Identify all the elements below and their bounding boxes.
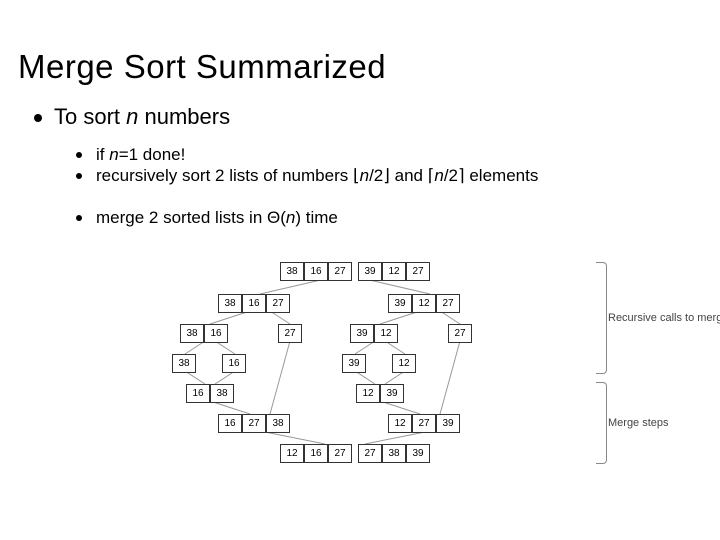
array-cell: 39 [406,444,430,463]
array-cell: 16 [186,384,210,403]
array-cell: 38 [218,294,242,313]
array-row: 1239 [356,384,404,403]
array-cell: 12 [392,354,416,373]
bullet-icon [34,114,42,122]
slide-title: Merge Sort Summarized [18,48,386,86]
array-cell: 16 [304,444,328,463]
array-cell: 12 [388,414,412,433]
text: numbers [138,104,230,129]
array-row: 381627 [218,294,290,313]
array-cell: 27 [278,324,302,343]
brace-icon [596,382,607,464]
array-cell: 38 [280,262,304,281]
text: merge 2 sorted lists in Θ( [96,208,286,227]
text: To sort [54,104,126,129]
sub-bullet-1: if n=1 done! [96,144,690,165]
array-cell: 27 [266,294,290,313]
array-cell: 39 [350,324,374,343]
diagram-label-merge: Merge steps [608,417,669,429]
array-cell: 16 [242,294,266,313]
text: /2⌋ and ⌈ [369,166,434,185]
array-cell: 16 [204,324,228,343]
var: n [286,208,295,227]
bullet-icon [76,173,82,179]
array-cell: 16 [218,414,242,433]
array-row: 39 [342,354,366,373]
array-cell: 12 [280,444,304,463]
text: /2⌉ elements [444,166,539,185]
array-cell: 27 [328,262,352,281]
sub-bullet-2: recursively sort 2 lists of numbers ⌊n/2… [96,165,690,186]
text: if [96,145,109,164]
array-row: 3912 [350,324,398,343]
array-cell: 38 [266,414,290,433]
array-row: 3816 [180,324,228,343]
array-cell: 27 [358,444,382,463]
array-cell: 39 [342,354,366,373]
array-cell: 12 [356,384,380,403]
array-cell: 39 [380,384,404,403]
array-cell: 38 [382,444,406,463]
array-row: 122739 [388,414,460,433]
array-cell: 38 [210,384,234,403]
array-row: 12 [392,354,416,373]
mergesort-diagram: 381627391227 381627 391227 3816 27 3912 … [130,262,650,522]
array-cell: 27 [436,294,460,313]
sub-bullet-3: merge 2 sorted lists in Θ(n) time [96,207,690,228]
array-cell: 12 [412,294,436,313]
array-cell: 38 [180,324,204,343]
array-cell: 39 [388,294,412,313]
var: n [360,166,369,185]
array-row: 27 [278,324,302,343]
array-cell: 27 [328,444,352,463]
array-cell: 27 [448,324,472,343]
brace-icon [596,262,607,374]
array-row: 16 [222,354,246,373]
slide: Merge Sort Summarized To sort n numbers … [0,0,720,540]
var: n [434,166,443,185]
text: recursively sort 2 lists of numbers ⌊ [96,166,360,185]
array-cell: 39 [436,414,460,433]
array-cell: 16 [304,262,328,281]
array-row: 391227 [388,294,460,313]
array-row: 27 [448,324,472,343]
text: ) time [295,208,338,227]
array-cell: 12 [382,262,406,281]
array-cell: 27 [412,414,436,433]
array-cell: 27 [242,414,266,433]
bullet-icon [76,152,82,158]
var: n [109,145,118,164]
array-cell: 16 [222,354,246,373]
main-bullet: To sort n numbers [54,104,230,130]
array-row: 38 [172,354,196,373]
array-row: 1638 [186,384,234,403]
bullet-icon [76,215,82,221]
array-row: 162738 [218,414,290,433]
array-cell: 12 [374,324,398,343]
diagram-label-recursive: Recursive calls to mergesort [608,312,720,324]
text: =1 done! [119,145,186,164]
array-row: 121627273839 [280,444,430,463]
array-cell: 38 [172,354,196,373]
array-cell: 39 [358,262,382,281]
array-row: 381627391227 [280,262,430,281]
var: n [126,104,138,129]
array-cell: 27 [406,262,430,281]
